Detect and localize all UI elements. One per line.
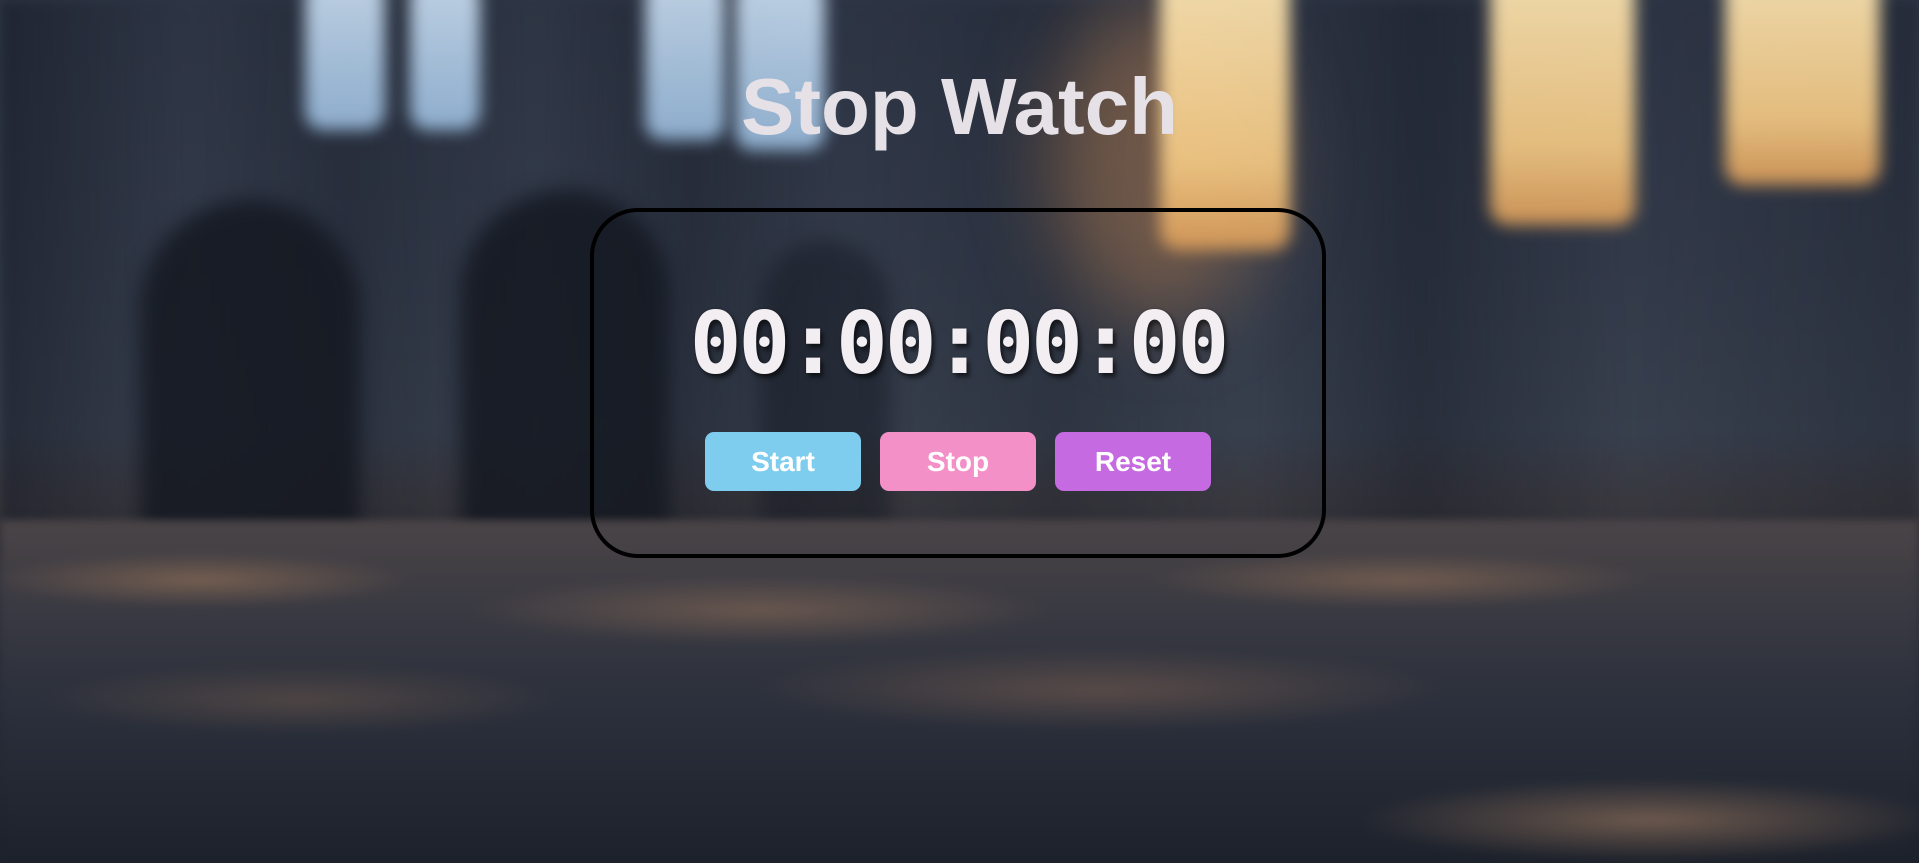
reset-button[interactable]: Reset xyxy=(1055,432,1211,491)
start-button[interactable]: Start xyxy=(705,432,861,491)
time-display: 00:00:00:00 xyxy=(689,294,1230,394)
stop-button[interactable]: Stop xyxy=(880,432,1036,491)
button-row: Start Stop Reset xyxy=(594,432,1322,491)
stopwatch-card: 00:00:00:00 Start Stop Reset xyxy=(590,208,1326,558)
page-title: Stop Watch xyxy=(741,62,1178,151)
